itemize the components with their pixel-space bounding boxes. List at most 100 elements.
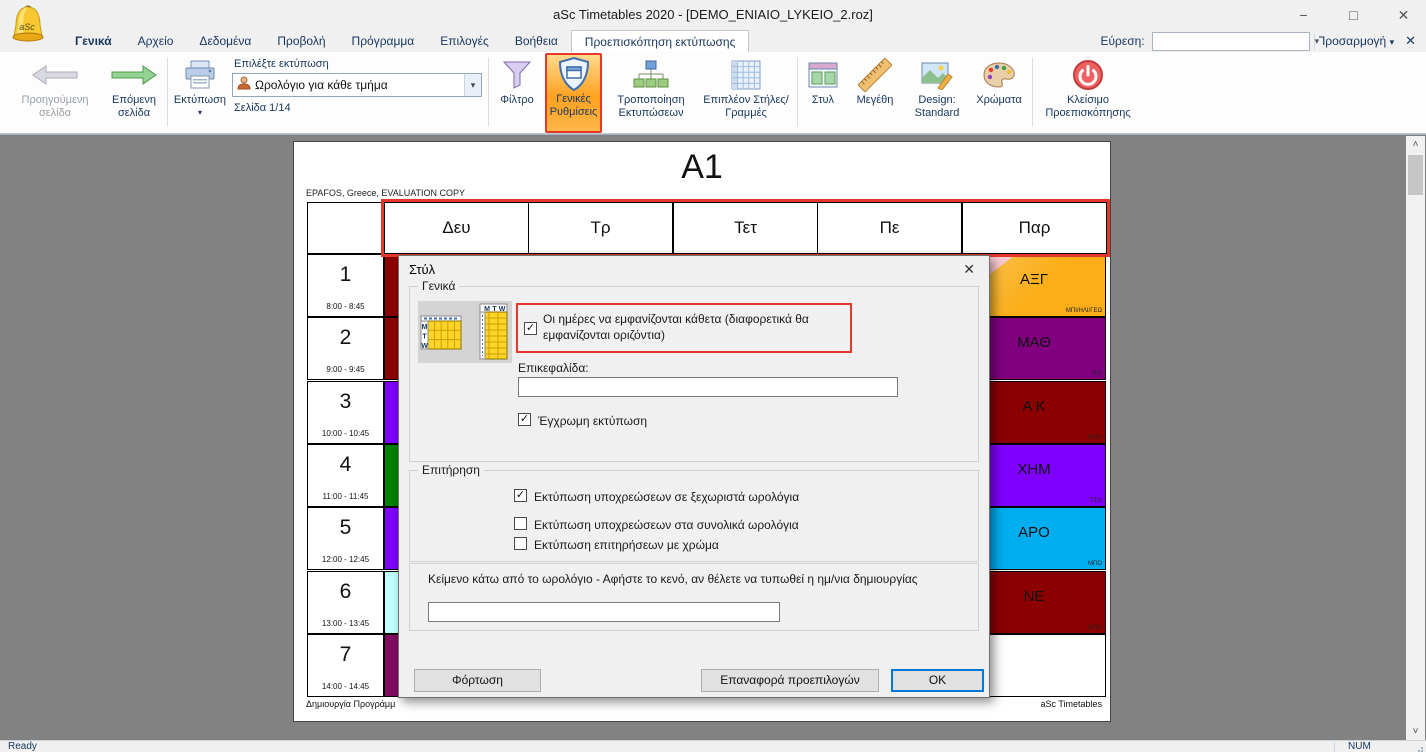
tab-archeio[interactable]: Αρχείο: [125, 30, 187, 52]
vertical-scrollbar[interactable]: ˄ ˅: [1406, 136, 1425, 740]
ribbon-separator: [797, 58, 798, 126]
supervision-color-label: Εκτύπωση επιτηρήσεων με χρώμα: [534, 538, 719, 552]
status-separator: [1334, 742, 1335, 752]
filter-button[interactable]: Φίλτρο: [492, 56, 542, 132]
period-cell: 613:00 - 13:45: [307, 571, 384, 634]
table-corner-cell: [307, 202, 384, 254]
scrollbar-thumb[interactable]: [1408, 155, 1423, 195]
menu-bar: Γενικά Αρχείο Δεδομένα Προβολή Πρόγραμμα…: [0, 30, 1426, 52]
titlebar: aSc Timetables 2020 - [DEMO_ENIAIO_LYKEI…: [0, 0, 1426, 30]
svg-text:T: T: [422, 334, 427, 341]
scroll-down-icon[interactable]: ˅: [1406, 723, 1425, 740]
design-button[interactable]: Design: Standard: [906, 56, 968, 132]
print-type-dropdown-icon[interactable]: ▾: [464, 74, 481, 96]
day-header-mon: Δευ: [384, 202, 529, 254]
window-panels-icon: [808, 57, 838, 93]
select-print-caption: Επιλέξτε εκτύπωση: [234, 58, 484, 70]
tab-dedomena[interactable]: Δεδομένα: [186, 30, 264, 52]
scroll-up-icon[interactable]: ˄: [1406, 136, 1425, 153]
supervision-color-checkbox[interactable]: [514, 537, 527, 550]
tab-provoli[interactable]: Προβολή: [264, 30, 338, 52]
supervision-separate-checkbox[interactable]: ✓: [514, 489, 527, 502]
extra-columns-rows-button[interactable]: Επιπλέον Στήλες/Γραμμές: [698, 56, 794, 132]
footer-text-group: Κείμενο κάτω από το ωρολόγιο - Αφήστε το…: [409, 563, 979, 631]
header-field-label: Επικεφαλίδα:: [518, 361, 589, 375]
funnel-icon: [502, 57, 532, 93]
general-settings-button[interactable]: Γενικές Ρυθμίσεις: [545, 53, 602, 133]
color-print-label: Έγχρωμη εκτύπωση: [538, 414, 647, 428]
supervision-separate-label: Εκτύπωση υποχρεώσεων σε ξεχωριστά ωρολόγ…: [534, 490, 799, 504]
search-label: Εύρεση:: [1100, 34, 1144, 48]
period-cell: 714:00 - 14:45: [307, 634, 384, 697]
footer-text-label: Κείμενο κάτω από το ωρολόγιο - Αφήστε το…: [428, 572, 968, 586]
previous-page-button[interactable]: Προηγούμενη σελίδα: [6, 56, 104, 132]
right-arrow-icon: [111, 57, 157, 93]
tab-programma[interactable]: Πρόγραμμα: [339, 30, 428, 52]
grid-icon: [731, 57, 761, 93]
search-field[interactable]: [1153, 33, 1314, 50]
print-type-combobox[interactable]: Ωρολόγιο για κάθε τμήμα ▾: [232, 73, 482, 97]
ruler-icon: [858, 57, 892, 93]
ribbon-toolbar: Προηγούμενη σελίδα Επόμενη σελίδα Εκτύπ: [0, 52, 1426, 134]
ribbon-separator: [1032, 58, 1033, 126]
page-footer-right: aSc Timetables: [1040, 699, 1102, 709]
period-cell: 512:00 - 12:45: [307, 507, 384, 570]
customize-dropdown-icon: ▾: [1390, 37, 1395, 47]
tab-epiloges[interactable]: Επιλογές: [427, 30, 502, 52]
status-text: Ready: [8, 741, 37, 752]
page-indicator: Σελίδα 1/14: [234, 102, 484, 114]
close-panel-icon[interactable]: ✕: [1405, 33, 1416, 49]
evaluation-watermark: EPAFOS, Greece, EVALUATION COPY: [306, 188, 465, 198]
search-input[interactable]: ▾: [1152, 32, 1310, 51]
timetable-class-title: A1: [294, 148, 1110, 187]
resize-grip[interactable]: [1414, 743, 1424, 752]
print-button[interactable]: Εκτύπωση ▾: [170, 56, 230, 132]
tab-voitheia[interactable]: Βοήθεια: [502, 30, 571, 52]
search-dropdown-icon[interactable]: ▾: [1314, 33, 1320, 50]
dialog-title: Στύλ: [409, 262, 435, 277]
minimize-button[interactable]: −: [1281, 0, 1326, 30]
app-window: aSc Timetables 2020 - [DEMO_ENIAIO_LYKEI…: [0, 0, 1426, 752]
day-header-tue: Τρ: [528, 202, 673, 254]
general-group-label: Γενικά: [418, 279, 459, 293]
tab-genika[interactable]: Γενικά: [62, 30, 125, 52]
period-cell: 18:00 - 8:45: [307, 254, 384, 317]
colors-button[interactable]: Χρώματα: [970, 56, 1028, 132]
supervision-total-checkbox[interactable]: [514, 517, 527, 530]
load-button[interactable]: Φόρτωση: [414, 669, 541, 692]
close-preview-button[interactable]: Κλείσιμο Προεπισκόπησης: [1036, 56, 1140, 132]
num-lock-indicator: NUM: [1348, 741, 1371, 752]
tab-print-preview[interactable]: Προεπισκόπηση εκτύπωσης: [571, 30, 750, 52]
header-text-input[interactable]: [518, 377, 898, 397]
modify-prints-button[interactable]: Τροποποίηση Εκτυπώσεων: [606, 56, 696, 132]
person-icon: [237, 76, 251, 95]
svg-text:W: W: [421, 343, 428, 350]
print-dropdown-icon[interactable]: ▾: [198, 108, 202, 117]
ribbon-separator: [167, 58, 168, 126]
design-picture-icon: [921, 57, 953, 93]
shield-icon: [558, 56, 590, 92]
general-group: Γενικά M T W M T W: [409, 286, 979, 462]
sizes-button[interactable]: Μεγέθη: [847, 56, 903, 132]
customize-menu[interactable]: Προσαρμογή ▾: [1317, 34, 1394, 48]
vertical-days-checkbox[interactable]: ✓: [524, 322, 537, 335]
next-page-button[interactable]: Επόμενη σελίδα: [104, 56, 164, 132]
day-header-fri: Παρ: [962, 202, 1107, 254]
asc-bell-logo-icon[interactable]: aSc: [8, 3, 48, 54]
style-button[interactable]: Στυλ: [801, 56, 845, 132]
vertical-days-label: Οι ημέρες να εμφανίζονται κάθετα (διαφορ…: [543, 311, 847, 343]
color-print-checkbox[interactable]: ✓: [518, 413, 531, 426]
palette-icon: [982, 57, 1016, 93]
status-bar: Ready NUM: [0, 740, 1426, 752]
supervision-group-label: Επιτήρηση: [418, 463, 484, 477]
close-button[interactable]: ✕: [1381, 0, 1426, 30]
period-cell: 310:00 - 10:45: [307, 381, 384, 444]
dialog-close-icon[interactable]: ✕: [963, 261, 975, 278]
reset-defaults-button[interactable]: Επαναφορά προεπιλογών: [701, 669, 879, 692]
style-dialog: Στύλ ✕ Γενικά M T W M T W: [398, 255, 990, 698]
ok-button[interactable]: OK: [891, 669, 984, 692]
footer-text-input[interactable]: [428, 602, 780, 622]
annotation-vertical-days-highlight: ✓ Οι ημέρες να εμφανίζονται κάθετα (διαφ…: [516, 303, 852, 353]
print-type-value: Ωρολόγιο για κάθε τμήμα: [251, 78, 464, 92]
maximize-button[interactable]: □: [1331, 0, 1376, 30]
